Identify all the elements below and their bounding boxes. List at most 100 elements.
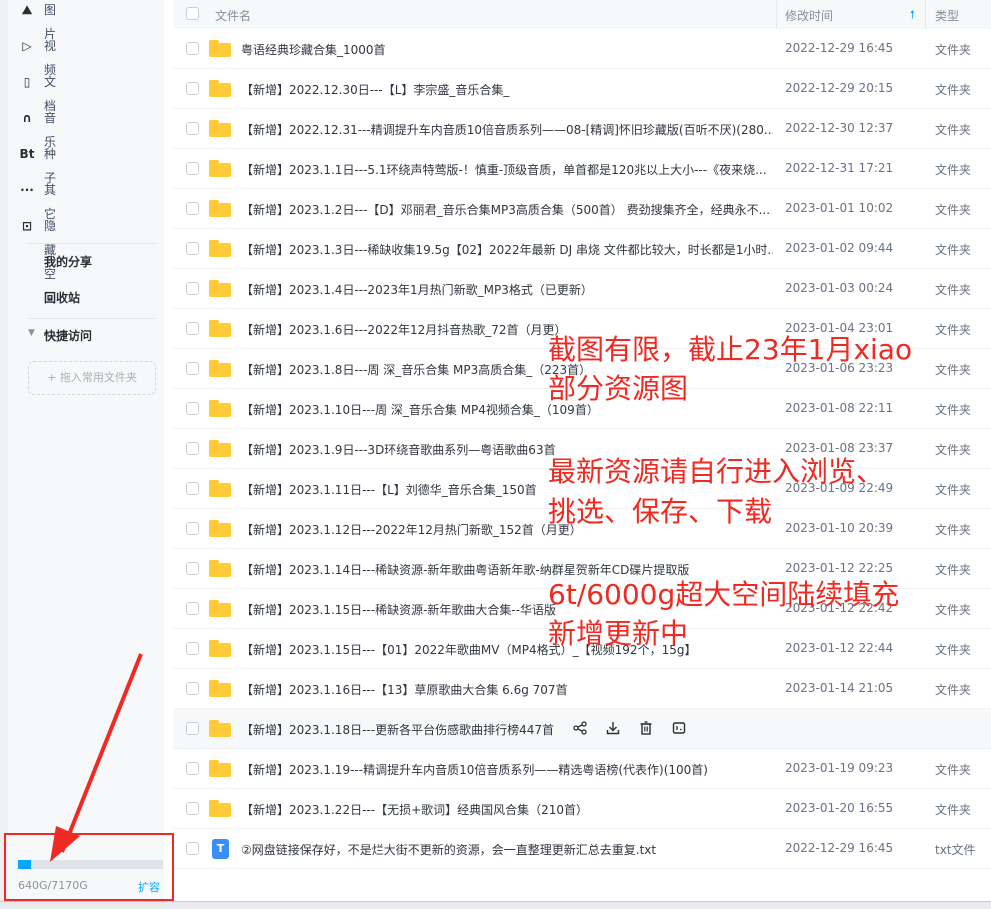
row-checkbox[interactable] (186, 682, 199, 695)
file-name[interactable]: 【新增】2022.12.31---精调提升车内音质10倍音质系列——08-[精调… (241, 121, 773, 138)
row-checkbox[interactable] (186, 442, 199, 455)
modified-time: 2022-12-29 20:15 (785, 81, 894, 95)
file-type: 文件夹 (935, 763, 972, 777)
file-row[interactable]: 【新增】2023.1.2日---【D】邓丽君_音乐合集MP3高质合集（500首）… (173, 189, 991, 229)
file-name[interactable]: 【新增】2023.1.14日---稀缺资源-新年歌曲粤语新年歌-纳群星贺新年CD… (241, 561, 773, 578)
file-type: 文件夹 (935, 283, 972, 297)
download-icon[interactable] (603, 719, 623, 739)
row-checkbox[interactable] (186, 82, 199, 95)
delete-icon[interactable] (636, 719, 656, 739)
row-checkbox[interactable] (186, 402, 199, 415)
file-type: 文件夹 (935, 243, 972, 257)
row-checkbox[interactable] (186, 602, 199, 615)
row-checkbox[interactable] (186, 42, 199, 55)
file-row[interactable]: 【新增】2022.12.30日---【L】李宗盛_音乐合集_ 2022-12-29… (173, 69, 991, 109)
file-name[interactable]: 【新增】2023.1.18日---更新各平台伤感歌曲排行榜447首 (241, 721, 561, 738)
file-type: 文件夹 (935, 363, 972, 377)
sidebar-item-recycle-bin[interactable]: 回收站 (44, 286, 80, 310)
file-name[interactable]: 【新增】2023.1.19---精调提升车内音质10倍音质系列——精选粤语榜(代… (241, 761, 773, 778)
row-checkbox[interactable] (186, 282, 199, 295)
file-row[interactable]: 【新增】2023.1.1日---5.1环绕声特莺版-！慎重-顶级音质，单首都是1… (173, 149, 991, 189)
drop-folder-zone[interactable]: + 拖入常用文件夹 (28, 361, 156, 395)
row-checkbox[interactable] (186, 482, 199, 495)
column-header-name[interactable]: 文件名 (215, 7, 251, 24)
annotation-text: 截图有限，截止23年1月xiao (548, 333, 913, 366)
file-row[interactable]: 【新增】2023.1.19---精调提升车内音质10倍音质系列——精选粤语榜(代… (173, 749, 991, 789)
file-row[interactable]: 【新增】2023.1.3日---稀缺收集19.5g【02】2022年最新 DJ … (173, 229, 991, 269)
row-checkbox[interactable] (186, 362, 199, 375)
column-header-type[interactable]: 类型 (935, 7, 959, 24)
row-checkbox[interactable] (186, 802, 199, 815)
file-row[interactable]: 【新增】2023.1.4日---2023年1月热门新歌_MP3格式（已更新） 20… (173, 269, 991, 309)
file-row[interactable]: 粤语经典珍藏合集_1000首 2022-12-29 16:45 文件夹 (173, 29, 991, 69)
file-type: 文件夹 (935, 683, 972, 697)
row-checkbox[interactable] (186, 202, 199, 215)
select-all-checkbox[interactable] (186, 7, 199, 20)
share-icon[interactable] (570, 719, 590, 739)
file-row[interactable]: 【新增】2023.1.18日---更新各平台伤感歌曲排行榜447首 (173, 709, 991, 749)
sidebar-item-image[interactable]: ⛰ 图片 (22, 0, 56, 41)
file-name[interactable]: 【新增】2023.1.10日---周 深_音乐合集 MP4视频合集_（109首） (241, 401, 773, 418)
file-type: 文件夹 (935, 483, 972, 497)
folder-icon (209, 120, 231, 137)
folder-icon (209, 320, 231, 337)
sidebar-item-more[interactable]: ··· 其它 (20, 178, 56, 221)
file-type: 文件夹 (935, 563, 972, 577)
folder-icon (209, 600, 231, 617)
file-name[interactable]: 【新增】2022.12.30日---【L】李宗盛_音乐合集_ (241, 81, 773, 98)
row-checkbox[interactable] (186, 522, 199, 535)
file-name[interactable]: 【新增】2023.1.15日---【01】2022年歌曲MV（MP4格式）_【视… (241, 641, 773, 658)
file-name[interactable]: 【新增】2023.1.3日---稀缺收集19.5g【02】2022年最新 DJ … (241, 241, 773, 258)
file-name[interactable]: 粤语经典珍藏合集_1000首 (241, 41, 773, 58)
file-row[interactable]: 【新增】2022.12.31---精调提升车内音质10倍音质系列——08-[精调… (173, 109, 991, 149)
folder-icon (209, 760, 231, 777)
modified-time: 2022-12-29 16:45 (785, 841, 894, 855)
sort-ascending-icon[interactable]: 🠕 (910, 6, 915, 25)
annotation-text: 6t/6000g超大空间陆续填充 (548, 578, 900, 611)
caret-down-icon[interactable]: ▼ (28, 328, 35, 338)
file-name[interactable]: 【新增】2023.1.16日---【13】草原歌曲大合集 6.6g 707首 (241, 681, 773, 698)
sidebar-item-video[interactable]: ▷ 视频 (22, 34, 56, 77)
sidebar-item-document[interactable]: ▯ 文档 (24, 70, 56, 113)
row-checkbox[interactable] (186, 322, 199, 335)
row-checkbox[interactable] (186, 642, 199, 655)
row-checkbox[interactable] (186, 162, 199, 175)
text-file-icon: T (212, 839, 229, 859)
folder-icon (209, 280, 231, 297)
folder-icon (209, 40, 231, 57)
modified-time: 2023-01-10 20:39 (785, 521, 894, 535)
file-name[interactable]: 【新增】2023.1.1日---5.1环绕声特莺版-！慎重-顶级音质，单首都是1… (241, 161, 773, 178)
file-row[interactable]: T ②网盘链接保存好，不是烂大街不更新的资源，会一直整理更新汇总去重复.txt 20… (173, 829, 991, 869)
folder-icon (209, 240, 231, 257)
modified-time: 2022-12-30 12:37 (785, 121, 894, 135)
sidebar-item-quick-access[interactable]: 快捷访问 (44, 324, 92, 348)
annotation-text: 最新资源请自行进入浏览、 (548, 455, 885, 488)
sidebar-item-lock[interactable]: ⊡ 隐藏空间 (22, 214, 56, 305)
row-checkbox[interactable] (186, 122, 199, 135)
folder-icon (209, 80, 231, 97)
sidebar-divider (28, 318, 156, 319)
file-row[interactable]: 【新增】2023.1.16日---【13】草原歌曲大合集 6.6g 707首 20… (173, 669, 991, 709)
modified-time: 2022-12-31 17:21 (785, 161, 894, 175)
row-checkbox[interactable] (186, 722, 199, 735)
sidebar-item-my-share[interactable]: 我的分享 (44, 250, 92, 274)
folder-icon (209, 360, 231, 377)
row-checkbox[interactable] (186, 842, 199, 855)
file-name[interactable]: 【新增】2023.1.4日---2023年1月热门新歌_MP3格式（已更新） (241, 281, 773, 298)
file-name[interactable]: 【新增】2023.1.22日---【无损+歌词】经典国风合集（210首） (241, 801, 773, 818)
sidebar-item-bt[interactable]: Bt 种子 (20, 142, 56, 185)
folder-icon (209, 520, 231, 537)
folder-icon (209, 400, 231, 417)
file-type: 文件夹 (935, 123, 972, 137)
file-row[interactable]: 【新增】2023.1.22日---【无损+歌词】经典国风合集（210首） 2023… (173, 789, 991, 829)
sidebar-item-headphones[interactable]: ∩ 音乐 (22, 106, 56, 149)
file-name[interactable]: ②网盘链接保存好，不是烂大街不更新的资源，会一直整理更新汇总去重复.txt (241, 841, 773, 858)
row-checkbox[interactable] (186, 562, 199, 575)
folder-icon (209, 720, 231, 737)
file-name[interactable]: 【新增】2023.1.2日---【D】邓丽君_音乐合集MP3高质合集（500首）… (241, 201, 773, 218)
more-actions-icon[interactable] (669, 719, 689, 739)
file-type: 文件夹 (935, 203, 972, 217)
row-checkbox[interactable] (186, 762, 199, 775)
column-header-modified[interactable]: 修改时间 (785, 7, 833, 24)
row-checkbox[interactable] (186, 242, 199, 255)
